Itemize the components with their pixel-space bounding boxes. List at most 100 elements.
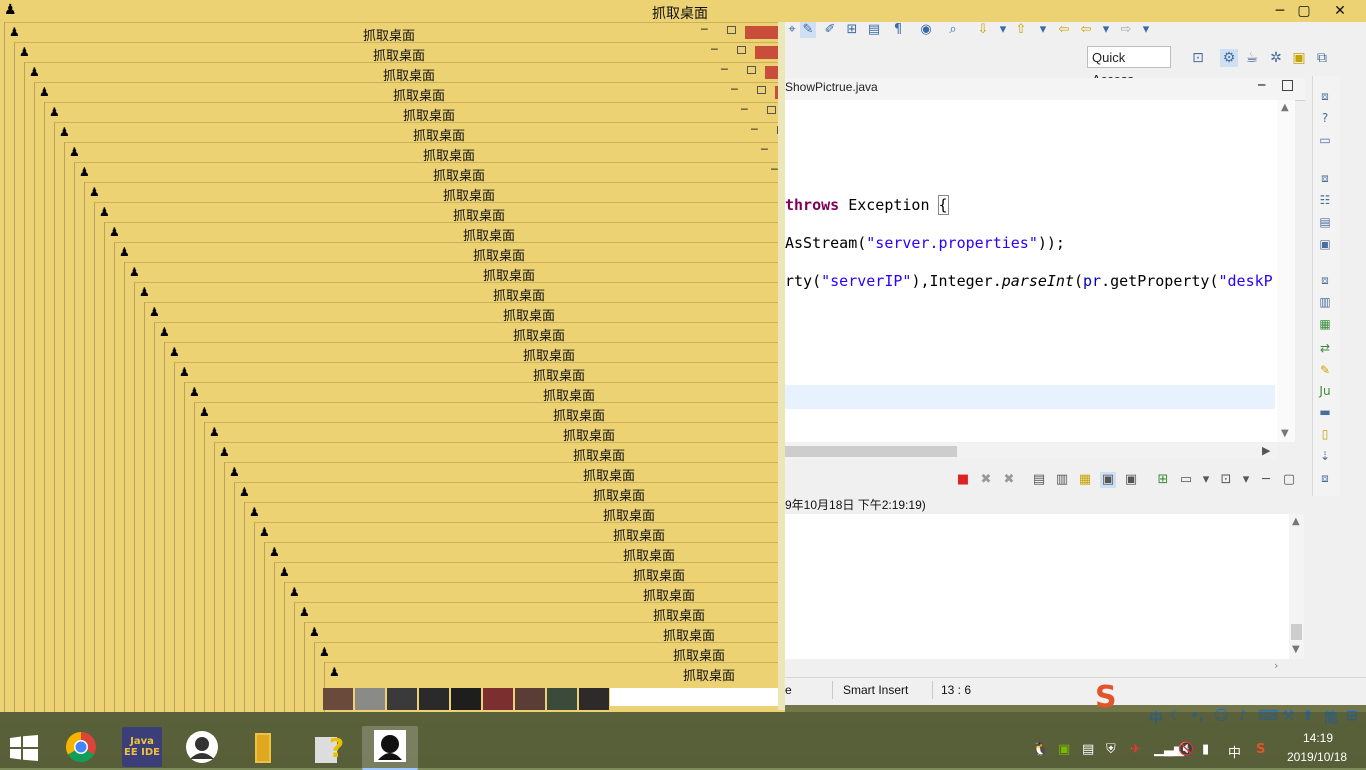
scroll-right-icon[interactable]: ›: [1274, 659, 1278, 672]
show-whitespace-icon[interactable]: ▤: [866, 22, 882, 38]
display-console-icon[interactable]: ▭: [1178, 472, 1194, 488]
desktop-grab-app-icon[interactable]: [362, 726, 418, 770]
editor-vertical-scrollbar[interactable]: ▲ ▼: [1277, 100, 1295, 442]
dropdown-icon[interactable]: ▾: [1035, 22, 1051, 38]
restore-icon[interactable]: ⧈: [1317, 170, 1333, 186]
scroll-right-icon[interactable]: ▶: [1262, 444, 1270, 457]
volume-muted-icon[interactable]: 🔇: [1178, 742, 1194, 757]
team-perspective-icon[interactable]: ⧉: [1313, 49, 1331, 67]
network-blocked-icon[interactable]: ✈: [1130, 742, 1141, 757]
task-manager-icon[interactable]: ▤: [1082, 742, 1094, 757]
editor-tab-showpictrue[interactable]: ShowPictrue.java: [785, 80, 878, 94]
sogou-tray-icon[interactable]: S: [1256, 742, 1265, 757]
pin-console-icon[interactable]: ⊞: [1155, 472, 1171, 488]
pilcrow-icon[interactable]: ¶: [890, 22, 906, 38]
remove-all-icon[interactable]: ✖: [1001, 472, 1017, 488]
datasource-icon[interactable]: ▦: [1317, 316, 1333, 332]
annotation-icon[interactable]: ✐: [822, 22, 838, 38]
clock-date[interactable]: 2019/10/18: [1287, 750, 1347, 764]
download-icon[interactable]: ⇣: [1317, 448, 1333, 464]
quick-access-field[interactable]: Quick Access: [1087, 46, 1171, 87]
cascaded-maximize-icon: [757, 86, 766, 94]
console-vertical-scrollbar[interactable]: ▲ ▼: [1289, 514, 1304, 659]
captured-thumbnail: [579, 688, 609, 710]
clock-time[interactable]: 14:19: [1303, 731, 1333, 745]
help-tool-icon[interactable]: ?: [309, 727, 349, 767]
forward-icon[interactable]: ⇨: [1118, 22, 1134, 38]
sogou-logo-icon[interactable]: S: [1095, 680, 1117, 715]
dropdown-icon[interactable]: ▾: [1098, 22, 1114, 38]
horizontal-scroll-thumb[interactable]: [785, 446, 957, 457]
debug-perspective-icon[interactable]: ✲: [1267, 49, 1285, 67]
panel-icon[interactable]: ▭: [1317, 132, 1333, 148]
word-wrap-icon[interactable]: ▦: [1077, 472, 1093, 488]
java-app-icon: ♟: [249, 505, 260, 519]
properties-icon[interactable]: ✎: [1317, 362, 1333, 378]
remove-launch-icon[interactable]: ✖: [978, 472, 994, 488]
help-icon[interactable]: ?: [1317, 110, 1333, 126]
junit-icon[interactable]: Ju: [1317, 383, 1333, 399]
restore-icon[interactable]: ⧈: [1317, 272, 1333, 288]
console-scroll-thumb[interactable]: [1291, 624, 1302, 640]
console-output[interactable]: [785, 514, 1290, 659]
block-select-icon[interactable]: ⊞: [844, 22, 860, 38]
back-icon[interactable]: ⇦: [1078, 22, 1094, 38]
clear-console-icon[interactable]: ▤: [1031, 472, 1047, 488]
scroll-up-icon[interactable]: ▲: [1292, 516, 1300, 527]
open-console-icon[interactable]: ⊡: [1218, 472, 1234, 488]
show-on-output-icon[interactable]: ▣: [1100, 472, 1116, 488]
windows-start-icon[interactable]: [10, 735, 38, 761]
terminate-icon[interactable]: ■: [955, 472, 971, 488]
restore-icon[interactable]: ⧈: [1317, 470, 1333, 486]
captured-thumbnail: [451, 688, 481, 710]
dropdown-icon[interactable]: ▾: [1198, 472, 1214, 488]
input-language-indicator[interactable]: 中: [1228, 742, 1241, 761]
dropdown-icon[interactable]: ▾: [1138, 22, 1154, 38]
maximize-view-icon[interactable]: [1282, 80, 1293, 91]
battery-icon[interactable]: ▮: [1202, 742, 1209, 757]
search-view-icon[interactable]: ▯: [1317, 426, 1333, 442]
java-app-icon: ♟: [149, 305, 160, 319]
nav-icon[interactable]: ⌖: [784, 22, 800, 38]
java-app-icon: ♟: [179, 365, 190, 379]
open-perspective-icon[interactable]: ⊡: [1189, 49, 1207, 67]
maximize-view-icon[interactable]: ▢: [1281, 472, 1297, 488]
file-explorer-icon[interactable]: [243, 727, 283, 767]
dropdown-icon[interactable]: ▾: [995, 22, 1011, 38]
scroll-down-icon[interactable]: ▼: [1292, 644, 1300, 655]
last-edit-icon[interactable]: ⇦: [1056, 22, 1072, 38]
scroll-lock-icon[interactable]: ▥: [1054, 472, 1070, 488]
scroll-down-icon[interactable]: ▼: [1281, 428, 1289, 439]
java-perspective-icon[interactable]: ☕: [1243, 49, 1261, 67]
snippets-icon[interactable]: ⇄: [1317, 340, 1333, 356]
java-ee-ide-app-icon[interactable]: Java EE IDE: [122, 727, 162, 767]
next-annotation-icon[interactable]: ⇩: [975, 22, 991, 38]
outline-icon[interactable]: ☷: [1317, 192, 1333, 208]
java-app-icon: ♟: [69, 145, 80, 159]
java-app-icon: ♟: [99, 205, 110, 219]
show-on-error-icon[interactable]: ▣: [1123, 472, 1139, 488]
terminal-icon[interactable]: ▬: [1317, 404, 1333, 420]
scroll-up-icon[interactable]: ▲: [1281, 102, 1289, 113]
tasks-icon[interactable]: ▤: [1317, 214, 1333, 230]
console-icon[interactable]: ▣: [1317, 236, 1333, 252]
avatar-app-icon[interactable]: [182, 727, 222, 767]
minimize-view-icon[interactable]: ─: [1258, 78, 1265, 92]
restore-icon[interactable]: ⧈: [1317, 88, 1333, 104]
search-icon[interactable]: ⌕: [945, 22, 961, 38]
java-ee-perspective-icon[interactable]: ⚙: [1220, 49, 1238, 67]
dropdown-icon[interactable]: ▾: [1238, 472, 1254, 488]
maximize-button[interactable]: ▢: [1284, 0, 1324, 22]
close-button[interactable]: ✕: [1320, 0, 1360, 22]
nvidia-icon[interactable]: ▣: [1058, 742, 1070, 757]
chrome-app-icon[interactable]: [61, 727, 101, 767]
highlight-icon[interactable]: ✎: [800, 22, 816, 38]
prev-annotation-icon[interactable]: ⇧: [1013, 22, 1029, 38]
resource-perspective-icon[interactable]: ▣: [1290, 49, 1308, 67]
minimize-view-icon[interactable]: ─: [1258, 472, 1274, 488]
web-icon[interactable]: ◉: [918, 22, 934, 38]
servers-icon[interactable]: ▥: [1317, 294, 1333, 310]
security-icon[interactable]: ⛨: [1106, 742, 1116, 757]
code-editor[interactable]: throws Exception { AsStream("server.prop…: [785, 100, 1277, 442]
qq-icon[interactable]: 🐧: [1032, 742, 1048, 757]
